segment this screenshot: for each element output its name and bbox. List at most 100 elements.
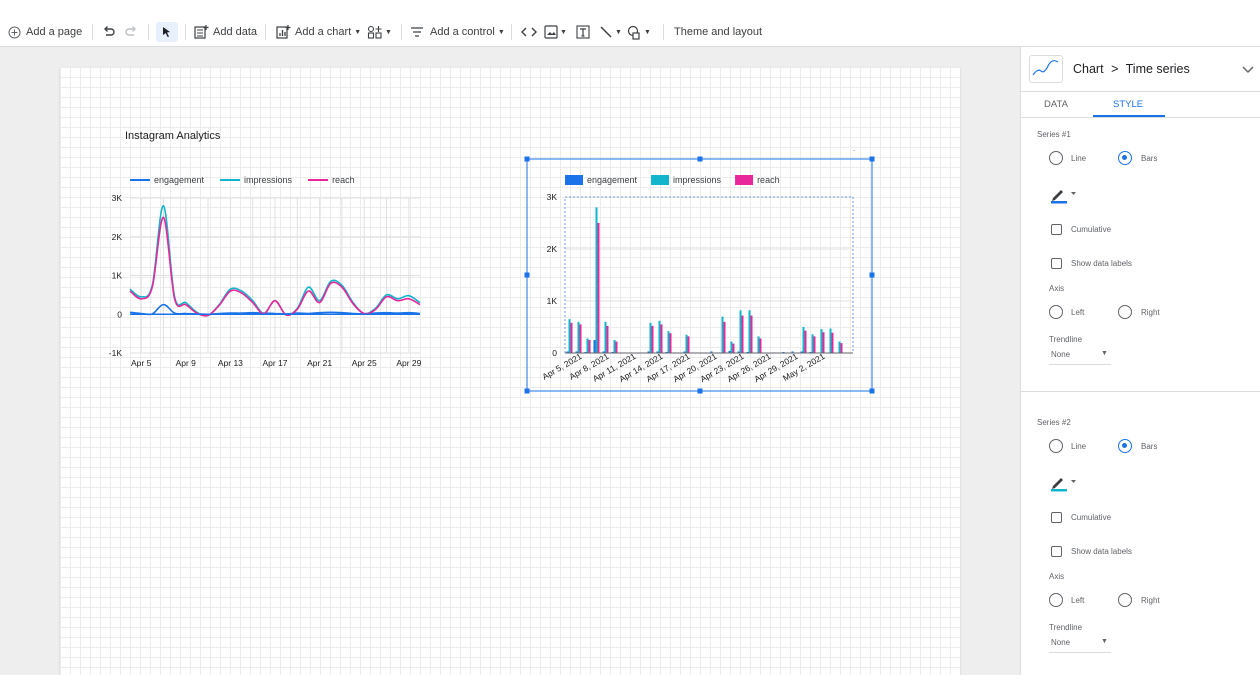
legend-swatch-reach bbox=[735, 175, 754, 185]
text-button[interactable] bbox=[576, 17, 590, 47]
resize-handle[interactable] bbox=[869, 156, 875, 162]
bar-impressions bbox=[577, 321, 580, 353]
bar-reach bbox=[732, 343, 735, 353]
x-tick-label: Apr 25 bbox=[352, 358, 377, 368]
resize-handle[interactable] bbox=[869, 388, 875, 394]
y-tick-label: 3K bbox=[547, 192, 558, 202]
line-button[interactable]: ▼ bbox=[599, 17, 622, 47]
bar-reach bbox=[822, 332, 825, 353]
tab-style[interactable]: STYLE bbox=[1113, 99, 1143, 110]
image-button[interactable]: ▼ bbox=[544, 17, 567, 47]
trendline-select[interactable]: None ▼ bbox=[1049, 347, 1111, 365]
color-picker-button[interactable] bbox=[1049, 186, 1077, 204]
redo-button[interactable] bbox=[124, 17, 138, 47]
dropdown-arrow-icon: ▼ bbox=[1101, 350, 1108, 357]
axis-label: Axis bbox=[1049, 572, 1065, 581]
resize-handle[interactable] bbox=[524, 272, 530, 278]
bar-reach bbox=[660, 324, 663, 353]
show-data-labels-label: Show data labels bbox=[1071, 259, 1132, 268]
cumulative-checkbox[interactable] bbox=[1051, 512, 1062, 523]
chevron-down-icon[interactable] bbox=[1242, 66, 1254, 74]
bar-impressions bbox=[658, 320, 661, 353]
breadcrumb-separator: > bbox=[1111, 62, 1119, 76]
axis-right-radio[interactable] bbox=[1118, 305, 1132, 319]
axis-left-radio[interactable] bbox=[1049, 593, 1063, 607]
bar-reach bbox=[588, 340, 591, 353]
text-box-icon bbox=[576, 25, 590, 39]
community-viz-icon bbox=[367, 25, 382, 39]
add-page-button[interactable]: Add a page bbox=[8, 17, 82, 47]
toolbar-separator bbox=[92, 24, 93, 40]
pencil-icon bbox=[1051, 478, 1076, 492]
y-tick-label: 2K bbox=[547, 244, 558, 254]
x-tick-label: Apr 21 bbox=[307, 358, 332, 368]
trendline-select[interactable]: None ▼ bbox=[1049, 635, 1111, 653]
bar-impressions bbox=[613, 340, 616, 353]
cumulative-checkbox[interactable] bbox=[1051, 224, 1062, 235]
bar-reach bbox=[615, 341, 618, 353]
toolbar-separator bbox=[148, 24, 149, 40]
line-radio[interactable] bbox=[1049, 439, 1063, 453]
legend-label-reach: reach bbox=[757, 175, 780, 185]
tab-data[interactable]: DATA bbox=[1044, 99, 1068, 110]
y-tick-label: 1K bbox=[547, 296, 558, 306]
series-title: Series #1 bbox=[1037, 130, 1071, 139]
bar-chart[interactable]: engagement impressions reach3K2K1K0Apr 5, … bbox=[520, 150, 880, 400]
community-viz-button[interactable]: ▼ bbox=[367, 17, 392, 47]
series-title: Series #2 bbox=[1037, 418, 1071, 427]
resize-handle[interactable] bbox=[869, 272, 875, 278]
axis-right-radio[interactable] bbox=[1118, 593, 1132, 607]
chart-type-breadcrumb[interactable]: Chart > Time series bbox=[1073, 62, 1190, 76]
embed-url-button[interactable] bbox=[521, 17, 537, 47]
bar-impressions bbox=[595, 207, 598, 353]
bars-radio[interactable] bbox=[1118, 151, 1132, 165]
chart-title: Instagram Analytics bbox=[125, 130, 221, 142]
bar-reach bbox=[840, 343, 843, 353]
browser-top-strip bbox=[0, 0, 1260, 17]
bar-reach bbox=[597, 223, 600, 353]
chart-type-thumbnail[interactable] bbox=[1029, 55, 1063, 83]
resize-handle[interactable] bbox=[524, 156, 530, 162]
undo-button[interactable] bbox=[102, 17, 116, 47]
resize-handle[interactable] bbox=[524, 388, 530, 394]
add-control-button[interactable]: Add a control ▼ bbox=[410, 17, 505, 47]
color-picker-button[interactable] bbox=[1049, 474, 1077, 492]
filter-icon bbox=[411, 27, 423, 37]
bar-reach bbox=[606, 325, 609, 353]
trendline-select-value: None bbox=[1051, 350, 1071, 359]
add-data-button[interactable]: Add data bbox=[194, 17, 257, 47]
shape-button[interactable]: ▼ bbox=[627, 17, 651, 47]
bar-reach bbox=[570, 322, 573, 353]
cumulative-label: Cumulative bbox=[1071, 513, 1112, 522]
more-options-icon[interactable] bbox=[853, 150, 855, 151]
panel-tabs: DATA STYLE bbox=[1021, 92, 1260, 118]
chart-type-label: Chart bbox=[1073, 62, 1104, 76]
show-data-labels-checkbox[interactable] bbox=[1051, 258, 1062, 269]
axis-left-radio[interactable] bbox=[1049, 305, 1063, 319]
bar-reach bbox=[759, 338, 762, 353]
cursor-icon bbox=[163, 27, 170, 38]
dropdown-arrow-icon: ▼ bbox=[560, 28, 567, 36]
theme-layout-button[interactable]: Theme and layout bbox=[674, 17, 762, 47]
resize-handle[interactable] bbox=[697, 388, 703, 394]
bar-impressions bbox=[730, 341, 733, 353]
y-tick-label: 0 bbox=[117, 309, 122, 319]
bars-radio[interactable] bbox=[1118, 439, 1132, 453]
bar-impressions bbox=[811, 334, 814, 353]
line-radio[interactable] bbox=[1049, 151, 1063, 165]
select-tool-button[interactable] bbox=[156, 22, 178, 42]
add-chart-button[interactable]: Add a chart ▼ bbox=[276, 17, 361, 47]
bar-reach bbox=[804, 330, 807, 353]
trendline-label: Trendline bbox=[1049, 335, 1083, 344]
add-chart-icon bbox=[276, 25, 291, 39]
add-circle-icon bbox=[8, 26, 21, 38]
bar-impressions bbox=[838, 341, 841, 353]
add-data-label: Add data bbox=[213, 26, 258, 38]
show-data-labels-checkbox[interactable] bbox=[1051, 546, 1062, 557]
resize-handle[interactable] bbox=[697, 156, 703, 162]
bar-reach bbox=[750, 315, 753, 353]
bar-impressions bbox=[721, 316, 724, 353]
line-chart[interactable]: Instagram Analytics engagement impressions… bbox=[100, 120, 430, 380]
active-tab-indicator bbox=[1093, 115, 1165, 117]
toolbar-separator bbox=[185, 24, 186, 40]
